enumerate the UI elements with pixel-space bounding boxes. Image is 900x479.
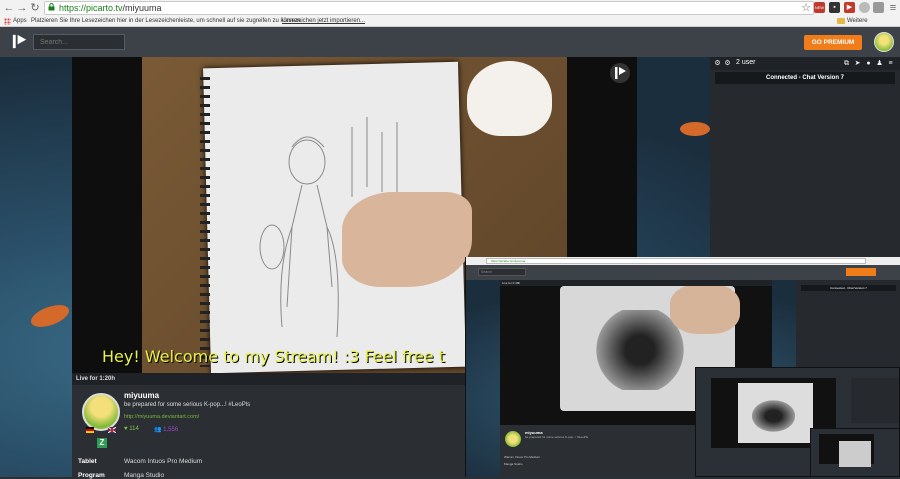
import-bookmarks-link[interactable]: Lesezeichen jetzt importieren... <box>282 16 365 27</box>
back-icon[interactable]: ← <box>3 2 15 14</box>
bell-icon[interactable]: ♟ <box>876 60 883 67</box>
forward-icon[interactable]: → <box>16 2 28 14</box>
send-icon[interactable]: ➤ <box>854 60 861 67</box>
nested-header: Search <box>466 265 900 280</box>
heart-icon: ♥ <box>124 426 128 432</box>
url-host: https://picarto.tv <box>59 3 123 13</box>
folder-icon <box>837 18 845 24</box>
nested-avatar <box>505 431 521 447</box>
address-bar[interactable]: https://picarto.tv/miyuuma <box>44 1 814 15</box>
streamer-avatar <box>82 393 120 431</box>
nested2-ink <box>746 396 801 436</box>
gear-icon[interactable]: ⚙ <box>724 60 731 67</box>
nested-browser-chrome: https://picarto.tv/miyuuma <box>466 257 900 265</box>
picarto-logo-icon[interactable] <box>10 32 29 51</box>
go-premium-button[interactable]: GO PREMIUM <box>804 35 862 50</box>
video-watermark-icon <box>610 63 630 83</box>
bookmark-apps[interactable]: Apps <box>13 16 27 27</box>
menu-icon[interactable]: ≡ <box>887 2 899 14</box>
browser-chrome: ← → ↻ https://picarto.tv/miyuuma ☆ NEW ▪… <box>0 0 900 35</box>
video-plush <box>467 61 552 136</box>
nested-chat <box>796 280 900 370</box>
url-path: /miyuuma <box>122 3 162 13</box>
lock-icon <box>48 3 55 11</box>
live-status: Live for 1:20h <box>72 373 465 385</box>
nested-screenshot-level-3 <box>810 428 900 477</box>
search-input[interactable] <box>33 34 125 50</box>
menu-icon[interactable]: ≡ <box>887 60 894 67</box>
info-label-tablet: Tablet <box>78 458 97 465</box>
nested-info-program: Manga Studio <box>504 462 523 466</box>
extension-icon[interactable]: ▪ <box>829 2 840 13</box>
extension-new-icon[interactable]: NEW <box>814 2 825 13</box>
bookmarks-bar: Apps Platzieren Sie Ihre Lesezeichen hie… <box>0 16 900 35</box>
views-value: 1,556 <box>163 427 179 433</box>
info-value-tablet: Wacom Intuos Pro Medium <box>124 458 203 465</box>
nested-premium-button <box>846 268 876 276</box>
nested-profile: miyuuma be prepared for some serious K-p… <box>500 425 700 477</box>
uk-flag-icon <box>108 427 116 433</box>
nested-search-input: Search <box>478 268 526 276</box>
background-fish <box>28 300 72 332</box>
extension-gray-icon[interactable] <box>873 2 884 13</box>
germany-flag-icon <box>86 427 94 433</box>
nested-description: be prepared for some serious K-pop...! #… <box>525 435 589 439</box>
chat-connected-status: Connected - Chat Version 7 <box>715 72 895 84</box>
stream-description: be prepared for some serious K-pop...! #… <box>124 402 251 408</box>
user-avatar[interactable] <box>874 32 894 52</box>
chat-bubble-icon[interactable]: ● <box>865 60 872 67</box>
z-badge-icon: Z <box>97 438 107 448</box>
nested-address-bar: https://picarto.tv/miyuuma <box>486 258 866 264</box>
apps-icon <box>4 18 11 25</box>
streamer-name: miyuuma <box>124 391 160 400</box>
chat-panel: ⚙ ⚙ 2 user ⧉ ➤ ● ♟ ≡ Connected - Chat Ve… <box>710 57 900 257</box>
video-hand <box>342 192 472 287</box>
site-header: GO PREMIUM <box>0 27 900 57</box>
youtube-icon[interactable]: ▶ <box>844 2 855 13</box>
nested-chat-connected: Connected - Chat Version 7 <box>801 285 896 291</box>
users-icon: 👥 <box>154 427 162 433</box>
views-count: 👥 1,556 <box>154 426 178 433</box>
star-icon[interactable]: ☆ <box>800 2 812 14</box>
reload-icon[interactable]: ↻ <box>29 2 41 14</box>
popout-icon[interactable]: ⧉ <box>843 60 850 67</box>
nested-video-hand <box>670 284 740 334</box>
chat-user-count: 2 user <box>736 59 756 66</box>
nested3-paper <box>839 441 871 467</box>
hearts-value: 114 <box>129 426 139 432</box>
video-spiral <box>200 77 210 367</box>
info-label-program: Program <box>78 472 105 479</box>
chat-toolbar: ⚙ ⚙ 2 user ⧉ ➤ ● ♟ ≡ <box>710 57 900 70</box>
background-fish <box>680 122 710 136</box>
nested2-chat <box>851 378 899 423</box>
info-value-program: Manga Studio <box>124 472 165 479</box>
nested-live-status: Live for 0:48h <box>500 280 772 286</box>
streamer-profile: miyuuma be prepared for some serious K-p… <box>72 385 465 479</box>
streamer-link[interactable]: http://miyuuma.deviantart.com/ <box>124 414 199 420</box>
hearts-count: ♥ 114 <box>124 426 139 432</box>
nested3-video <box>819 434 874 467</box>
bookmarks-hint: Platzieren Sie Ihre Lesezeichen hier in … <box>31 18 302 24</box>
extension-circle-icon[interactable] <box>859 2 870 13</box>
nested-info-tablet: Wacom Intuos Pro Medium <box>504 455 541 459</box>
settings-icon[interactable]: ⚙ <box>714 60 721 67</box>
